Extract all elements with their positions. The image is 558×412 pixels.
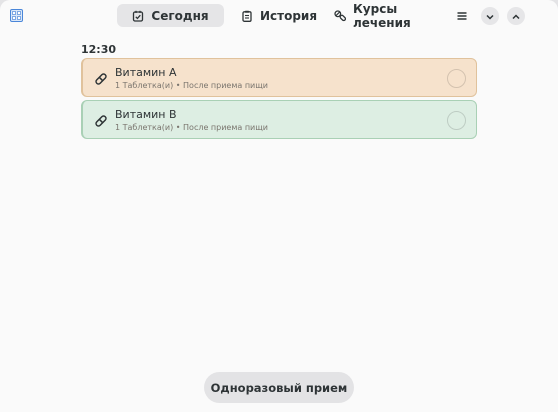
clipboard-icon xyxy=(241,10,253,22)
time-group-label: 12:30 xyxy=(81,43,117,56)
pills-icon xyxy=(334,9,347,22)
one-time-dose-button[interactable]: Одноразовый прием xyxy=(204,372,354,403)
tab-treatments-label: Курсы лечения xyxy=(353,1,411,30)
taken-checkbox[interactable] xyxy=(447,111,466,130)
pill-icon xyxy=(94,113,108,127)
menu-icon xyxy=(456,7,468,26)
tab-treatments[interactable]: Курсы лечения xyxy=(334,1,442,30)
tab-history[interactable]: История xyxy=(240,4,318,27)
medication-name: Витамин B xyxy=(115,108,177,121)
medication-details: 1 Таблетка(и) • После приема пищи xyxy=(115,123,268,132)
medication-row[interactable]: Витамин B 1 Таблетка(и) • После приема п… xyxy=(81,100,477,139)
tab-history-label: История xyxy=(259,8,318,23)
medication-details: 1 Таблетка(и) • После приема пищи xyxy=(115,81,268,90)
pill-icon xyxy=(94,71,108,85)
maximize-icon xyxy=(511,7,521,26)
medication-row[interactable]: Витамин А 1 Таблетка(и) • После приема п… xyxy=(81,58,477,97)
minimize-icon xyxy=(485,7,495,26)
menu-button[interactable] xyxy=(453,7,471,25)
tab-today-label: Сегодня xyxy=(151,8,209,23)
calendar-check-icon xyxy=(132,10,144,22)
app-grid-icon[interactable] xyxy=(10,9,23,22)
medication-name: Витамин А xyxy=(115,66,177,79)
app-window: Сегодня История Курсы лечения 12:30 Вита… xyxy=(0,0,558,412)
maximize-button[interactable] xyxy=(507,7,525,25)
minimize-button[interactable] xyxy=(481,7,499,25)
header-bar: Сегодня История Курсы лечения xyxy=(0,0,558,32)
taken-checkbox[interactable] xyxy=(447,69,466,88)
tab-today[interactable]: Сегодня xyxy=(117,4,224,27)
